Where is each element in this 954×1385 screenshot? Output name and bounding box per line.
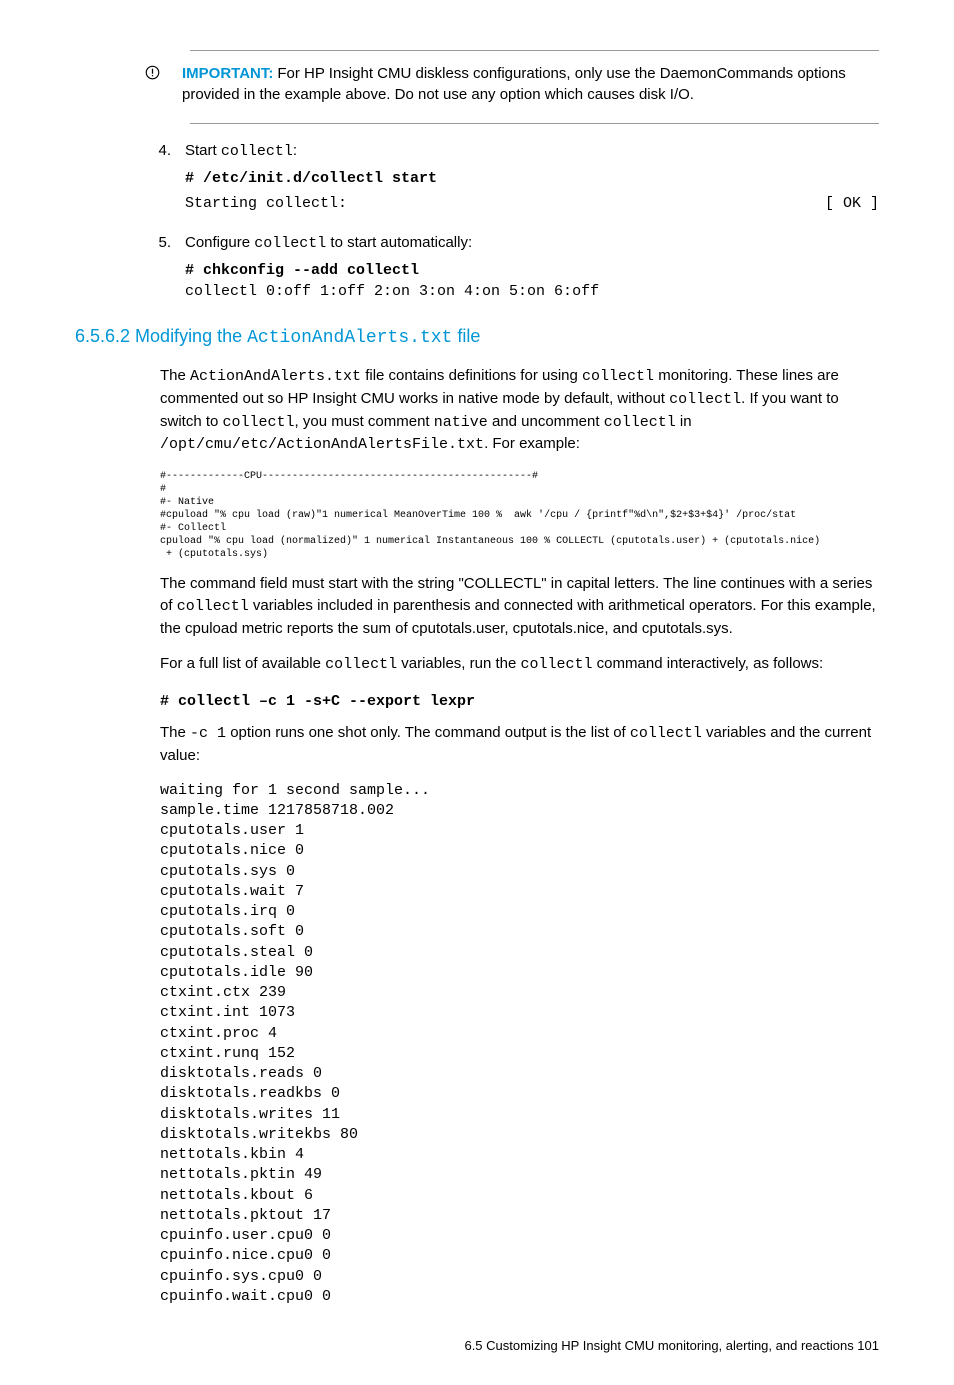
section-heading-post: file (452, 326, 480, 346)
inline-code: collectl (177, 598, 249, 615)
inline-code: -c 1 (190, 725, 226, 742)
text: file contains definitions for using (361, 367, 582, 384)
inline-code: collectl (254, 235, 326, 252)
important-body: For HP Insight CMU diskless configuratio… (182, 65, 846, 103)
step-text-pre: Configure (185, 234, 254, 251)
paragraph-2: The command field must start with the st… (160, 573, 879, 639)
output-line: Starting collectl: [ OK ] (185, 193, 879, 214)
step-5: 5. Configure collectl to start automatic… (145, 232, 879, 306)
inline-code: collectl (582, 368, 654, 385)
step-body: Configure collectl to start automaticall… (185, 232, 879, 306)
command-line: # /etc/init.d/collectl start (185, 168, 879, 189)
text: option runs one shot only. The command o… (226, 724, 630, 741)
important-text: IMPORTANT:For HP Insight CMU diskless co… (182, 63, 879, 105)
inline-code: collectl (325, 656, 397, 673)
text: The (160, 724, 190, 741)
important-callout: IMPORTANT:For HP Insight CMU diskless co… (145, 63, 879, 105)
inline-code: collectl (669, 391, 741, 408)
important-label: IMPORTANT: (182, 65, 273, 82)
page-footer: 6.5 Customizing HP Insight CMU monitorin… (75, 1337, 879, 1355)
text: , you must comment (295, 413, 434, 430)
step-4: 4. Start collectl: # /etc/init.d/collect… (145, 140, 879, 214)
section-heading: 6.5.6.2 Modifying the ActionAndAlerts.tx… (75, 324, 879, 351)
inline-code: collectl (223, 414, 295, 431)
warning-icon (145, 65, 160, 86)
step-text-post: to start automatically: (326, 234, 472, 251)
step-text-post: : (293, 142, 297, 159)
section-heading-code: ActionAndAlerts.txt (247, 328, 452, 348)
text: variables included in parenthesis and co… (160, 597, 876, 637)
inline-code: /opt/cmu/etc/ActionAndAlertsFile.txt (160, 436, 484, 453)
text: For a full list of available (160, 655, 325, 672)
horizontal-rule-top (190, 50, 879, 51)
output-block: waiting for 1 second sample... sample.ti… (160, 781, 879, 1308)
step-body: Start collectl: # /etc/init.d/collectl s… (185, 140, 879, 214)
paragraph-4: The -c 1 option runs one shot only. The … (160, 722, 879, 767)
command-block: # /etc/init.d/collectl start (185, 168, 879, 189)
text: command interactively, as follows: (593, 655, 824, 672)
paragraph-3: For a full list of available collectl va… (160, 653, 879, 676)
horizontal-rule-bottom (190, 123, 879, 124)
text: The (160, 367, 190, 384)
command-block: # chkconfig --add collectl collectl 0:of… (185, 260, 879, 302)
step-number: 5. (145, 232, 171, 306)
text: in (676, 413, 692, 430)
inline-code: collectl (604, 414, 676, 431)
output-line: collectl 0:off 1:off 2:on 3:on 4:on 5:on… (185, 281, 879, 302)
command-line: # chkconfig --add collectl (185, 260, 879, 281)
text: and uncomment (488, 413, 604, 430)
step-number: 4. (145, 140, 171, 214)
text: variables, run the (397, 655, 520, 672)
command-line: # collectl –c 1 -s+C --export lexpr (160, 693, 475, 710)
page-container: IMPORTANT:For HP Insight CMU diskless co… (0, 0, 954, 1385)
inline-code: collectl (221, 143, 293, 160)
step-text-pre: Start (185, 142, 221, 159)
paragraph-1: The ActionAndAlerts.txt file contains de… (160, 365, 879, 456)
inline-code: native (434, 414, 488, 431)
section-number-text: 6.5.6.2 Modifying the (75, 326, 247, 346)
small-code-block: #-------------CPU-----------------------… (160, 470, 879, 561)
step-list: 4. Start collectl: # /etc/init.d/collect… (145, 140, 879, 306)
inline-code: ActionAndAlerts.txt (190, 368, 361, 385)
text: . For example: (484, 435, 580, 452)
command-paragraph: # collectl –c 1 -s+C --export lexpr (160, 690, 879, 712)
inline-code: collectl (521, 656, 593, 673)
inline-code: collectl (630, 725, 702, 742)
output-left: Starting collectl: (185, 193, 347, 214)
output-right: [ OK ] (825, 193, 879, 214)
